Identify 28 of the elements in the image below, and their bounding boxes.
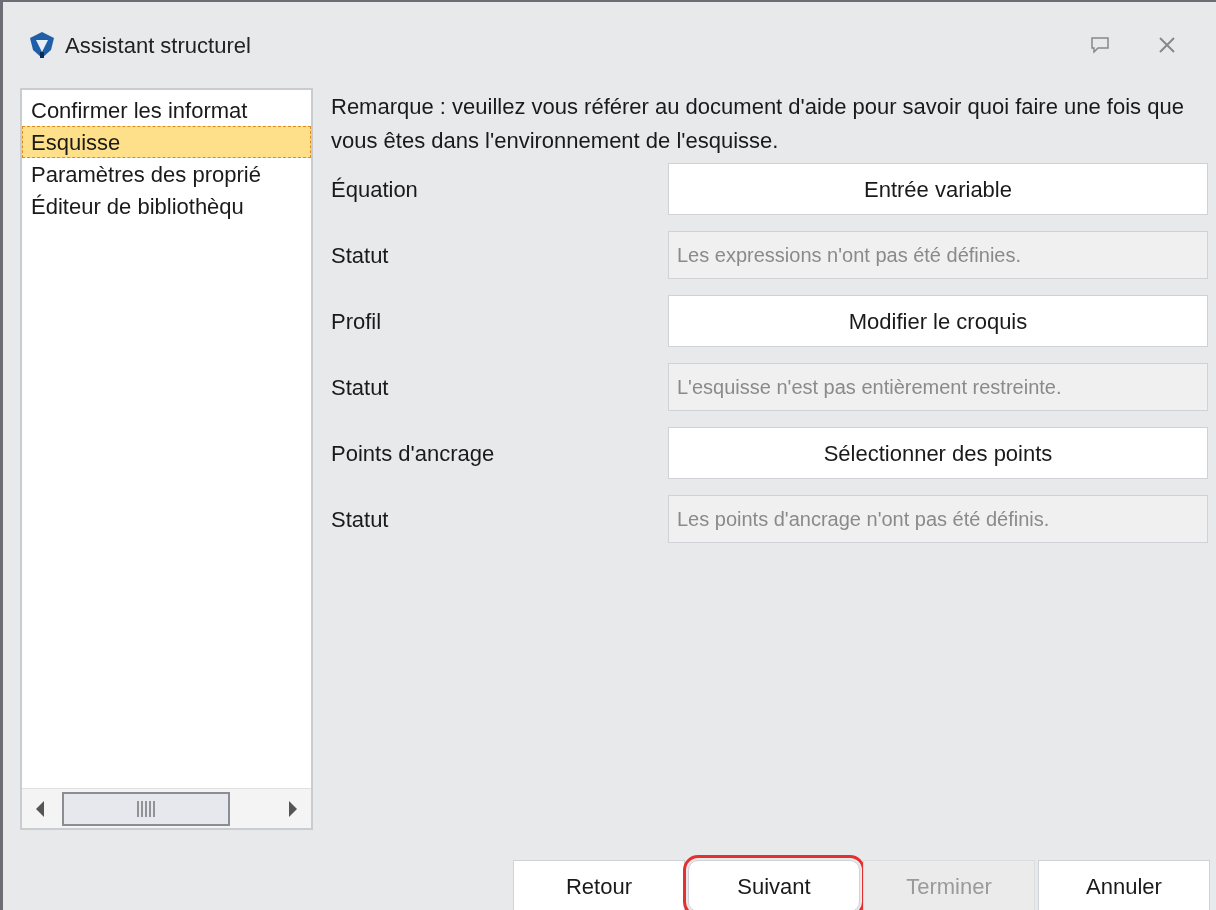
horizontal-scrollbar[interactable] bbox=[22, 788, 311, 828]
status-field: Les expressions n'ont pas été définies. bbox=[668, 231, 1208, 279]
dialog-button[interactable]: Retour bbox=[513, 860, 685, 910]
dialog-button[interactable]: Annuler bbox=[1038, 860, 1210, 910]
step-item[interactable]: Éditeur de bibliothèqu bbox=[22, 190, 311, 222]
app-logo-icon bbox=[27, 30, 57, 60]
action-button[interactable]: Entrée variable bbox=[668, 163, 1208, 215]
scrollbar-thumb[interactable] bbox=[62, 791, 230, 826]
field-label: Statut bbox=[331, 505, 390, 534]
status-field: Les points d'ancrage n'ont pas été définis. bbox=[668, 495, 1208, 543]
step-item[interactable]: Paramètres des proprié bbox=[22, 158, 311, 190]
step-item[interactable]: Esquisse bbox=[22, 126, 311, 158]
field-label: Statut bbox=[331, 373, 390, 402]
grip-icon bbox=[137, 799, 155, 818]
field-label: Statut bbox=[331, 241, 390, 270]
field-label: Équation bbox=[331, 175, 419, 204]
left-arrow-icon[interactable] bbox=[34, 799, 46, 818]
action-button[interactable]: Sélectionner des points bbox=[668, 427, 1208, 479]
window-title: Assistant structurel bbox=[65, 31, 251, 60]
step-item[interactable]: Confirmer les informat bbox=[22, 94, 311, 126]
field-label: Profil bbox=[331, 307, 383, 336]
action-button[interactable]: Modifier le croquis bbox=[668, 295, 1208, 347]
close-icon[interactable] bbox=[1158, 36, 1176, 54]
right-arrow-icon[interactable] bbox=[287, 799, 299, 818]
help-note: Remarque : veuillez vous référer au document d'aide pour savoir quoi faire une fois que vous êtes dans l'environnement de l'esquisse. bbox=[331, 93, 1185, 155]
comment-icon[interactable] bbox=[1090, 36, 1110, 54]
field-label: Points d'ancrage bbox=[331, 439, 496, 468]
status-field: L'esquisse n'est pas entièrement restreinte. bbox=[668, 363, 1208, 411]
